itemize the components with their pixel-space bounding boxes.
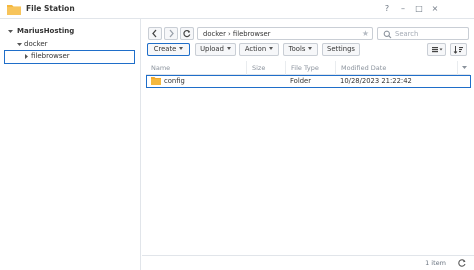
search-icon	[383, 30, 392, 41]
action-button[interactable]: Action	[239, 43, 279, 56]
create-label: Create	[153, 45, 177, 53]
forward-button[interactable]	[164, 27, 178, 40]
file-name: config	[164, 77, 185, 85]
folder-icon	[151, 76, 161, 87]
tools-button[interactable]: Tools	[283, 43, 318, 56]
action-label: Action	[244, 45, 267, 53]
file-list-panel: docker › filebrowser ★ Search Create Upl…	[142, 19, 474, 270]
table-row[interactable]: config Folder 10/28/2023 21:22:42	[146, 75, 471, 88]
caret-down-icon	[269, 47, 274, 50]
column-header-file-type[interactable]: File Type	[286, 61, 336, 75]
sort-button[interactable]	[450, 43, 467, 56]
column-header-name[interactable]: Name	[146, 61, 247, 75]
maximize-icon[interactable]: □	[413, 3, 425, 15]
help-icon[interactable]: ?	[381, 3, 393, 15]
tree-item-label: MariusHosting	[17, 27, 75, 35]
tree-item-filebrowser[interactable]: filebrowser	[4, 50, 135, 64]
breadcrumb: docker › filebrowser	[203, 30, 271, 38]
file-modified-date: 10/28/2023 21:22:42	[340, 77, 412, 85]
back-button[interactable]	[148, 27, 162, 40]
column-header-modified-date[interactable]: Modified Date	[336, 61, 458, 75]
path-bar[interactable]: docker › filebrowser ★	[197, 27, 373, 40]
chevron-down-icon[interactable]	[16, 40, 23, 47]
caret-down-icon	[179, 47, 184, 50]
chevron-right-icon[interactable]	[23, 53, 30, 60]
tree-item-server[interactable]: MariusHosting	[7, 25, 137, 37]
list-view-icon	[431, 47, 442, 53]
search-input[interactable]: Search	[377, 27, 469, 40]
folder-tree-sidebar: MariusHosting docker filebrowser	[0, 19, 141, 270]
window-title: File Station	[26, 4, 75, 13]
column-header-size[interactable]: Size	[247, 61, 286, 75]
settings-button[interactable]: Settings	[322, 43, 360, 56]
upload-button[interactable]: Upload	[195, 43, 236, 56]
settings-label: Settings	[327, 45, 355, 53]
item-count: 1 item	[425, 259, 446, 267]
caret-down-icon	[308, 47, 313, 50]
tree-item-label: docker	[24, 40, 48, 48]
sort-icon	[453, 46, 463, 54]
tree-item-docker[interactable]: docker	[16, 38, 136, 50]
chevron-down-icon[interactable]	[7, 27, 14, 34]
minimize-icon[interactable]: –	[397, 3, 409, 15]
file-station-icon	[7, 3, 21, 15]
status-bar: 1 item	[142, 255, 474, 270]
column-menu-icon[interactable]	[461, 64, 468, 73]
create-button[interactable]: Create	[147, 43, 190, 56]
refresh-icon[interactable]	[456, 257, 468, 269]
search-placeholder: Search	[395, 30, 419, 38]
view-mode-button[interactable]	[427, 43, 446, 56]
tree-item-label: filebrowser	[31, 52, 70, 60]
upload-label: Upload	[200, 45, 224, 53]
table-header: Name Size File Type Modified Date	[146, 61, 470, 75]
close-icon[interactable]: ×	[429, 3, 441, 15]
tools-label: Tools	[288, 45, 306, 53]
caret-down-icon	[226, 47, 231, 50]
star-icon[interactable]: ★	[362, 29, 369, 39]
file-type: Folder	[290, 77, 312, 85]
title-bar: File Station ? – □ ×	[0, 0, 474, 19]
refresh-button[interactable]	[180, 27, 194, 40]
